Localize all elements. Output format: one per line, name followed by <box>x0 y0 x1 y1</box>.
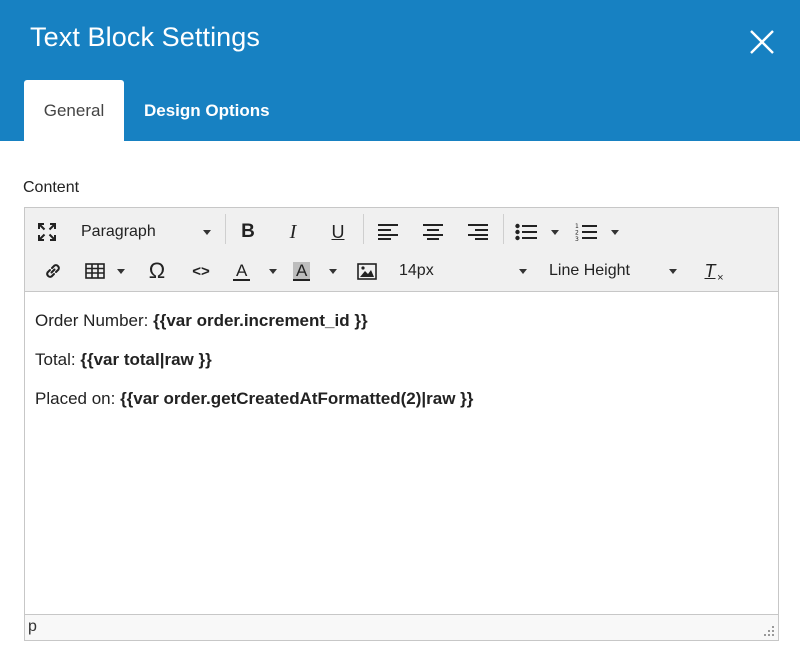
align-right-icon <box>468 224 488 240</box>
format-select-value: Paragraph <box>81 223 156 240</box>
close-icon <box>750 30 774 54</box>
toolbar-divider <box>503 214 504 244</box>
underline-button[interactable]: U <box>323 218 353 246</box>
clear-formatting-button[interactable]: T × <box>699 257 729 285</box>
toolbar-divider <box>225 214 226 244</box>
table-button[interactable] <box>83 257 127 285</box>
bullet-list-button[interactable] <box>511 218 563 246</box>
dialog-title: Text Block Settings <box>30 22 261 52</box>
tab-bar: General Design Options <box>24 80 288 141</box>
editor-content[interactable]: Order Number: {{var order.increment_id }… <box>25 292 778 614</box>
insert-image-button[interactable] <box>353 257 381 285</box>
link-icon <box>46 264 60 278</box>
table-icon <box>85 263 105 279</box>
align-right-button[interactable] <box>463 218 493 246</box>
text-color-icon: A <box>233 262 251 281</box>
numbered-list-icon: 123 <box>575 223 597 242</box>
chevron-down-icon <box>117 268 125 274</box>
chevron-down-icon <box>611 229 619 235</box>
editor-paragraph: Placed on: {{var order.getCreatedAtForma… <box>35 389 474 408</box>
editor-toolbar: Paragraph B I U 123 Ω <> A A 14px Line H… <box>25 208 778 292</box>
chevron-down-icon <box>669 268 677 274</box>
editor-paragraph: Order Number: {{var order.increment_id }… <box>35 311 368 330</box>
font-size-value: 14px <box>399 262 434 279</box>
editor-statusbar: p <box>25 614 778 640</box>
numbered-list-button[interactable]: 123 <box>571 218 623 246</box>
dialog-header: Text Block Settings General Design Optio… <box>0 0 800 141</box>
source-code-button[interactable]: <> <box>187 257 215 285</box>
image-icon <box>357 262 377 280</box>
align-left-icon <box>378 224 398 240</box>
close-button[interactable] <box>744 24 780 60</box>
italic-button[interactable]: I <box>278 218 308 246</box>
line-height-select[interactable]: Line Height <box>545 257 681 285</box>
chevron-down-icon <box>551 229 559 235</box>
toolbar-divider <box>363 214 364 244</box>
align-center-button[interactable] <box>418 218 448 246</box>
link-button[interactable] <box>39 257 67 285</box>
tab-design-options[interactable]: Design Options <box>124 80 288 141</box>
line-height-value: Line Height <box>549 262 630 279</box>
align-center-icon <box>423 224 443 240</box>
editor-paragraph: Total: {{var total|raw }} <box>35 350 212 369</box>
fullscreen-button[interactable] <box>33 218 61 246</box>
fullscreen-icon <box>38 223 56 241</box>
italic-icon: I <box>289 220 297 243</box>
content-label: Content <box>23 179 80 196</box>
chevron-down-icon <box>203 229 211 235</box>
resize-handle-icon[interactable] <box>764 626 774 636</box>
svg-text:3: 3 <box>575 236 579 242</box>
background-color-button[interactable]: A <box>289 257 341 285</box>
chevron-down-icon <box>329 268 337 274</box>
clear-formatting-icon: T × <box>704 260 724 284</box>
code-icon: <> <box>192 262 210 280</box>
chevron-down-icon <box>519 268 527 274</box>
align-left-button[interactable] <box>373 218 403 246</box>
chevron-down-icon <box>269 268 277 274</box>
omega-icon: Ω <box>148 258 166 283</box>
element-path[interactable]: p <box>28 618 37 636</box>
background-color-icon: A <box>293 261 311 281</box>
bold-icon: B <box>241 221 255 242</box>
format-select[interactable]: Paragraph <box>77 218 215 246</box>
tab-general[interactable]: General <box>24 80 124 141</box>
bold-button[interactable]: B <box>233 218 263 246</box>
bullet-list-icon <box>515 223 537 241</box>
rich-text-editor: Paragraph B I U 123 Ω <> A A 14px Line H… <box>24 207 779 641</box>
text-color-button[interactable]: A <box>229 257 281 285</box>
font-size-select[interactable]: 14px <box>395 257 531 285</box>
underline-icon: U <box>331 221 345 242</box>
special-character-button[interactable]: Ω <box>141 257 173 285</box>
